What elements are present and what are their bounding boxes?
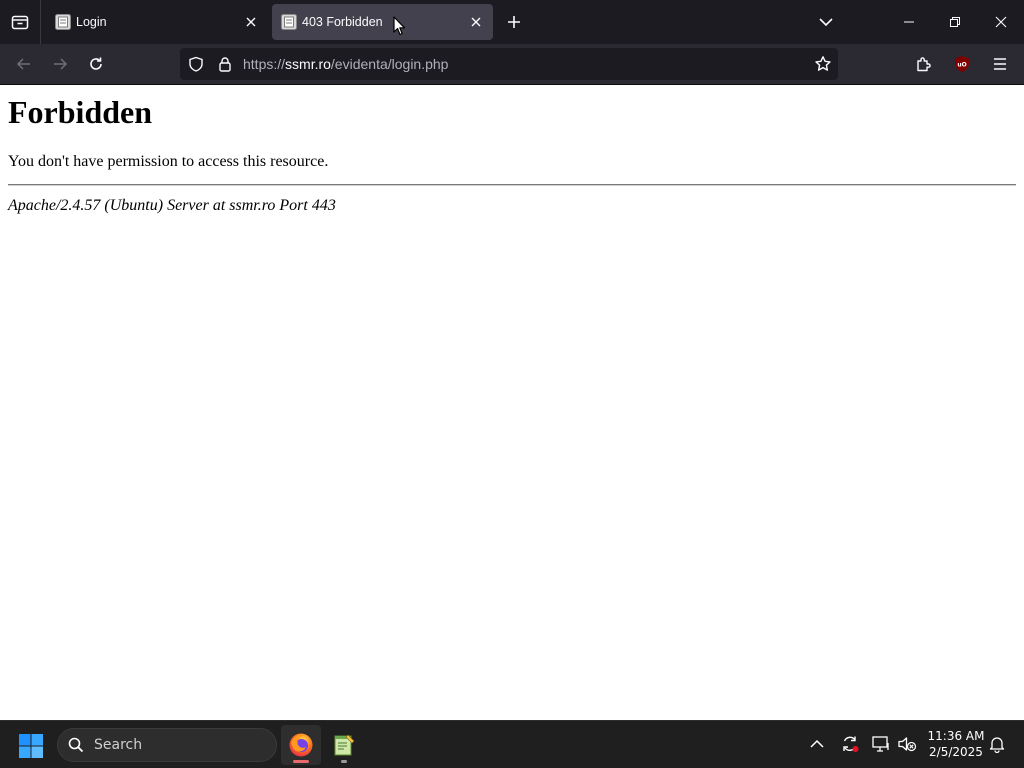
search-label: Search [94,737,143,753]
reload-button[interactable] [82,52,110,76]
ublock-origin-button[interactable]: uO [950,52,974,76]
shield-icon[interactable] [188,56,204,72]
minimize-icon [904,21,914,23]
ublock-shield-icon: uO [955,56,969,72]
tab-403-forbidden[interactable]: 403 Forbidden [272,4,493,40]
tab-title: 403 Forbidden [302,15,383,29]
plus-icon [508,16,520,28]
notepad-plus-plus-icon [334,734,355,756]
url-host: ssmr.ro [285,56,331,72]
taskbar: Search 11:36 AM 2/5/2025 [0,720,1024,768]
puzzle-icon [917,57,931,72]
extensions-button[interactable] [912,52,936,76]
forward-button[interactable] [46,52,74,76]
arrow-right-icon [54,58,68,70]
show-hidden-icons-button[interactable] [806,733,828,755]
tray-sync-status[interactable] [839,733,861,755]
close-icon [246,17,256,27]
windows-start-icon[interactable] [18,733,44,759]
page-title: Forbidden [8,94,153,130]
list-all-tabs-button[interactable] [814,10,838,34]
search-icon [68,737,84,753]
taskbar-app-notepad-plus-plus[interactable] [324,725,364,765]
tab-title: Login [76,15,107,29]
firefox-icon [289,733,313,757]
volume-muted-icon [898,737,917,752]
tab-login[interactable]: Login [46,4,268,40]
url-bar[interactable]: https://ssmr.ro/evidenta/login.php [180,48,838,80]
url-scheme: https:// [243,56,286,72]
clock-time: 11:36 AM [927,729,985,743]
close-window-button[interactable] [978,0,1024,44]
chevron-up-icon [810,739,824,748]
close-icon [471,17,481,27]
taskbar-search[interactable]: Search [57,728,277,762]
page-favicon-icon [55,14,71,30]
bookmark-star-icon[interactable] [814,55,832,73]
divider [8,184,1016,186]
taskbar-app-firefox[interactable] [281,725,321,765]
app-menu-button[interactable] [988,52,1012,76]
tab-strip: Login 403 Forbidden [0,0,1024,44]
error-message: You don't have permission to access this… [8,153,329,170]
notifications-button[interactable] [986,733,1008,755]
minimize-button[interactable] [886,0,932,44]
restore-button[interactable] [932,0,978,44]
active-app-indicator [293,760,309,763]
close-icon [995,16,1007,28]
firefox-view-icon [11,15,29,30]
url-path: /evidenta/login.php [330,56,449,72]
server-signature: Apache/2.4.57 (Ubuntu) Server at ssmr.ro… [8,197,336,214]
tray-network[interactable] [870,733,892,755]
firefox-view-button[interactable] [0,0,41,44]
close-tab-button[interactable] [469,15,483,29]
network-display-icon [872,736,889,752]
tray-volume[interactable] [896,733,918,755]
page-content: Forbidden You don't have permission to a… [0,85,1024,720]
arrow-left-icon [16,58,30,70]
running-app-indicator [341,760,347,763]
hamburger-menu-icon [994,58,1006,70]
reload-icon [90,57,102,70]
new-tab-button[interactable] [502,10,526,34]
navigation-toolbar: https://ssmr.ro/evidenta/login.php uO [0,44,1024,85]
clock-date: 2/5/2025 [929,745,983,759]
close-tab-button[interactable] [244,15,258,29]
sync-alert-icon [843,736,859,752]
back-button[interactable] [10,52,38,76]
mouse-cursor-icon [393,16,406,36]
restore-icon [950,17,960,27]
url-text[interactable]: https://ssmr.ro/evidenta/login.php [243,56,448,72]
page-favicon-icon [281,14,297,30]
svg-text:uO: uO [957,62,966,69]
chevron-down-icon [819,18,833,27]
system-clock[interactable]: 11:36 AM 2/5/2025 [922,728,990,760]
bell-icon [989,737,1005,753]
lock-icon[interactable] [217,56,233,72]
